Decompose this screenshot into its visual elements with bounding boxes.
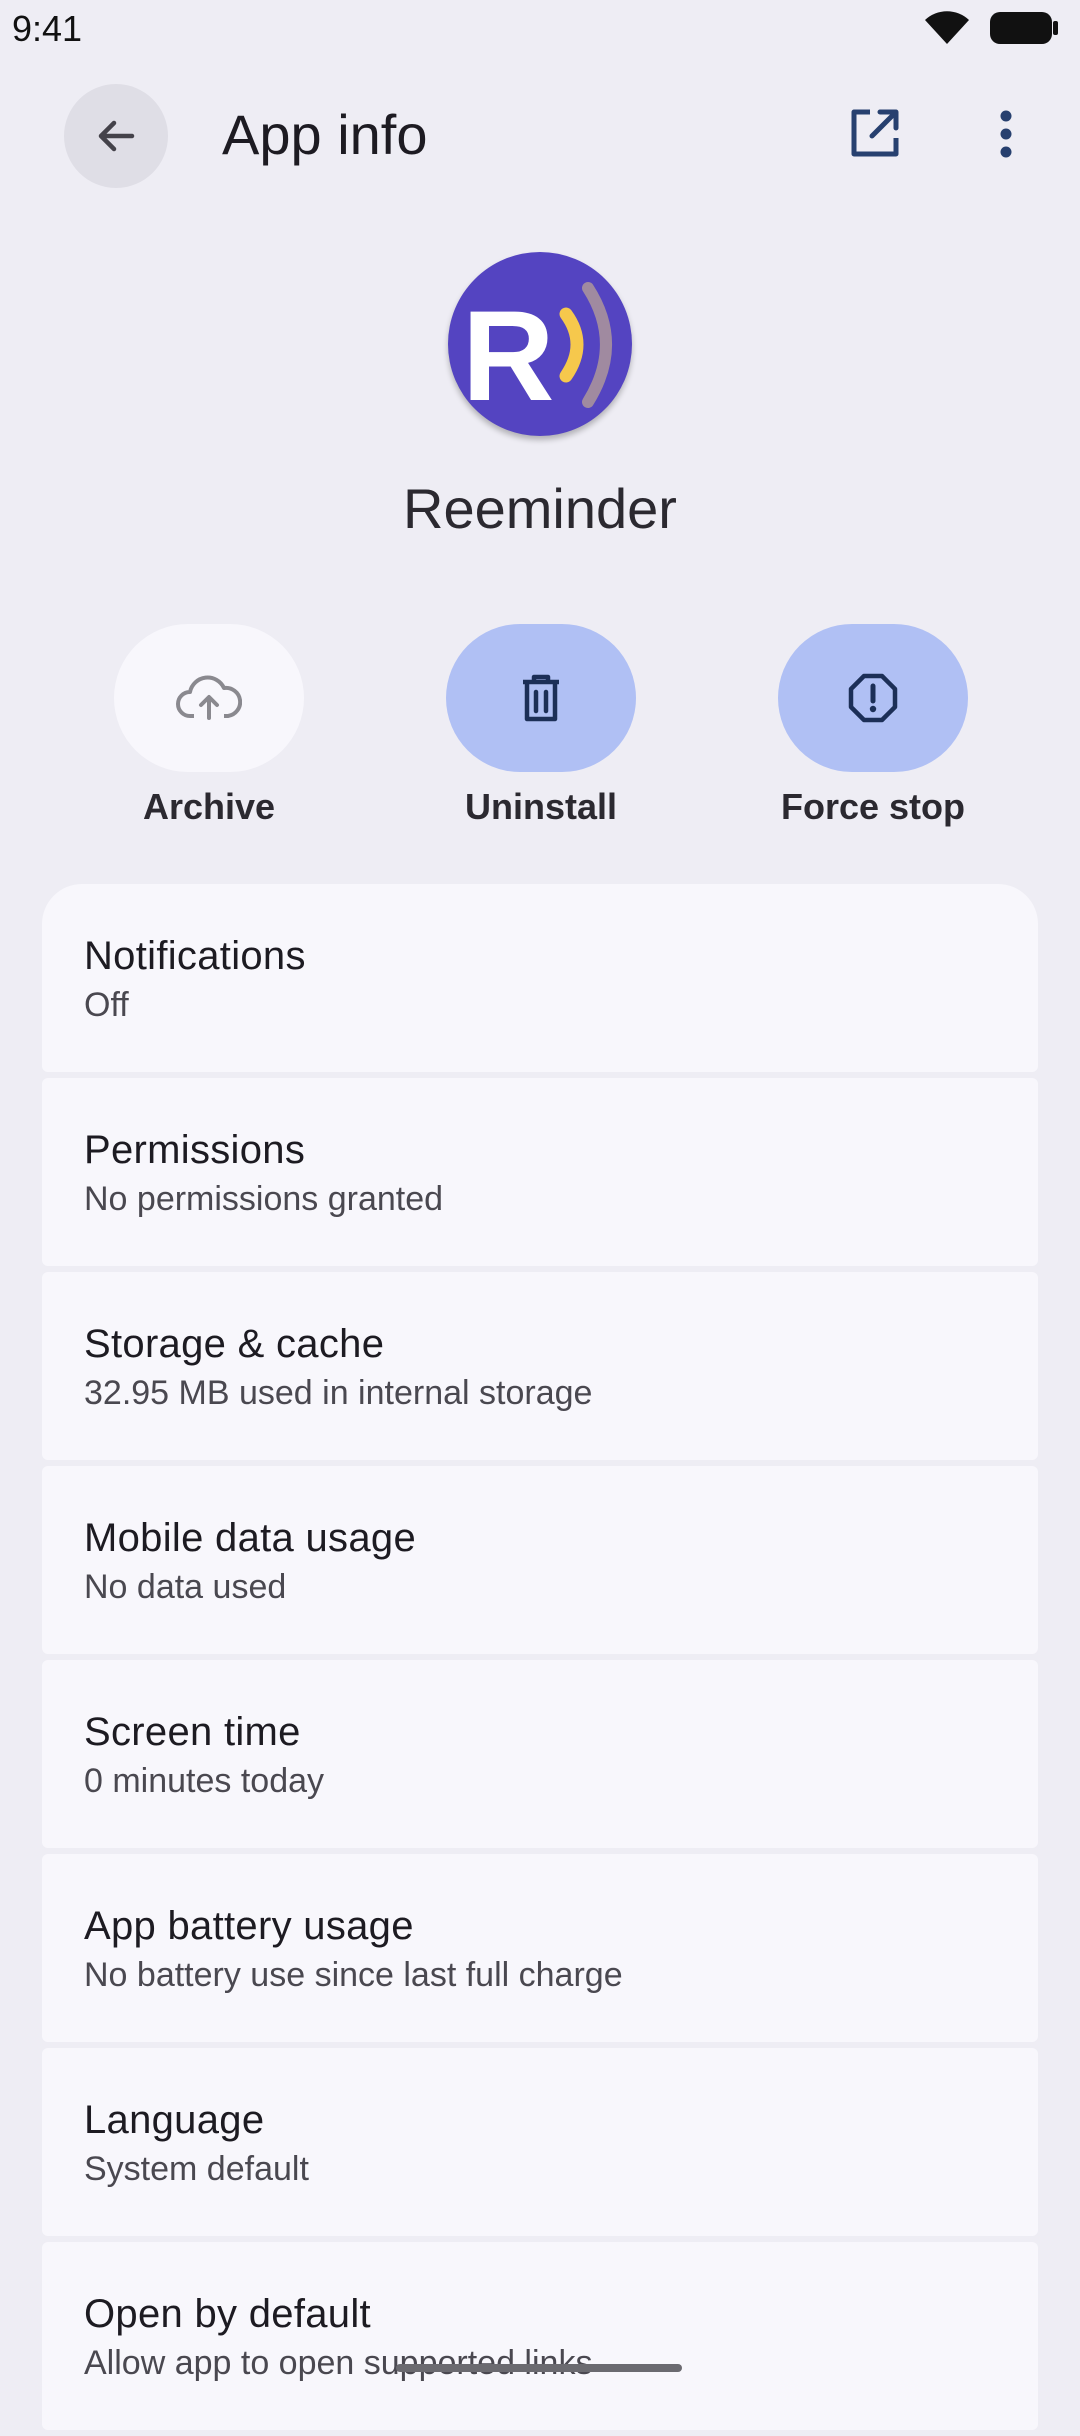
setting-title: Notifications [84, 934, 306, 978]
setting-title: Open by default [84, 2292, 371, 2336]
open-in-new-icon [851, 109, 899, 157]
setting-subtitle: No battery use since last full charge [84, 1956, 623, 1994]
setting-storage-cache[interactable]: Storage & cache 32.95 MB used in interna… [42, 1272, 1038, 1460]
battery-icon [990, 12, 1058, 44]
setting-subtitle: System default [84, 2150, 309, 2188]
cloud-upload-icon [176, 675, 242, 720]
gesture-nav-handle[interactable] [396, 2364, 682, 2372]
setting-title: Permissions [84, 1128, 306, 1172]
setting-title: Mobile data usage [84, 1516, 416, 1560]
trash-icon [523, 674, 559, 722]
archive-label: Archive [142, 786, 276, 827]
setting-title: Storage & cache [84, 1322, 385, 1366]
wifi-icon [925, 11, 969, 44]
app-name: Reeminder [403, 477, 677, 540]
setting-notifications[interactable]: Notifications Off [42, 884, 1038, 1072]
setting-subtitle: 0 minutes today [84, 1762, 325, 1800]
app-icon: R [448, 252, 632, 436]
action-buttons: Archive Uninstall Force stop [0, 624, 1080, 844]
archive-button[interactable]: Archive [114, 624, 304, 828]
setting-app-battery-usage[interactable]: App battery usage No battery use since l… [42, 1854, 1038, 2042]
status-time: 9:41 [12, 8, 83, 49]
force-stop-pill[interactable] [778, 624, 968, 772]
settings-list: Notifications Off Permissions No permiss… [42, 884, 1038, 2436]
setting-title: App battery usage [84, 1904, 414, 1948]
force-stop-button[interactable]: Force stop [778, 624, 968, 828]
uninstall-pill[interactable] [446, 624, 636, 772]
open-app-button[interactable] [842, 102, 906, 166]
uninstall-button[interactable]: Uninstall [446, 624, 636, 828]
setting-title: Language [84, 2098, 265, 2142]
setting-language[interactable]: Language System default [42, 2048, 1038, 2236]
top-app-bar: App info [0, 80, 1080, 190]
setting-screen-time[interactable]: Screen time 0 minutes today [42, 1660, 1038, 1848]
setting-title: Screen time [84, 1710, 301, 1754]
status-icons [922, 10, 1060, 46]
setting-permissions[interactable]: Permissions No permissions granted [42, 1078, 1038, 1266]
status-bar: 9:41 [0, 0, 1080, 60]
force-stop-label: Force stop [780, 786, 966, 827]
more-vert-icon [1000, 110, 1012, 158]
setting-open-by-default[interactable]: Open by default Allow app to open suppor… [42, 2242, 1038, 2430]
uninstall-label: Uninstall [464, 786, 617, 827]
back-button[interactable] [64, 84, 168, 188]
arrow-back-icon [98, 120, 135, 152]
svg-text:R: R [462, 285, 554, 428]
setting-subtitle: No permissions granted [84, 1180, 444, 1218]
archive-pill[interactable] [114, 624, 304, 772]
more-options-button[interactable] [980, 102, 1032, 166]
setting-subtitle: 32.95 MB used in internal storage [84, 1374, 593, 1412]
alert-octagon-icon [848, 673, 898, 723]
setting-subtitle: Off [84, 986, 129, 1024]
setting-mobile-data-usage[interactable]: Mobile data usage No data used [42, 1466, 1038, 1654]
setting-subtitle: No data used [84, 1568, 287, 1606]
page-title: App info [222, 103, 428, 166]
